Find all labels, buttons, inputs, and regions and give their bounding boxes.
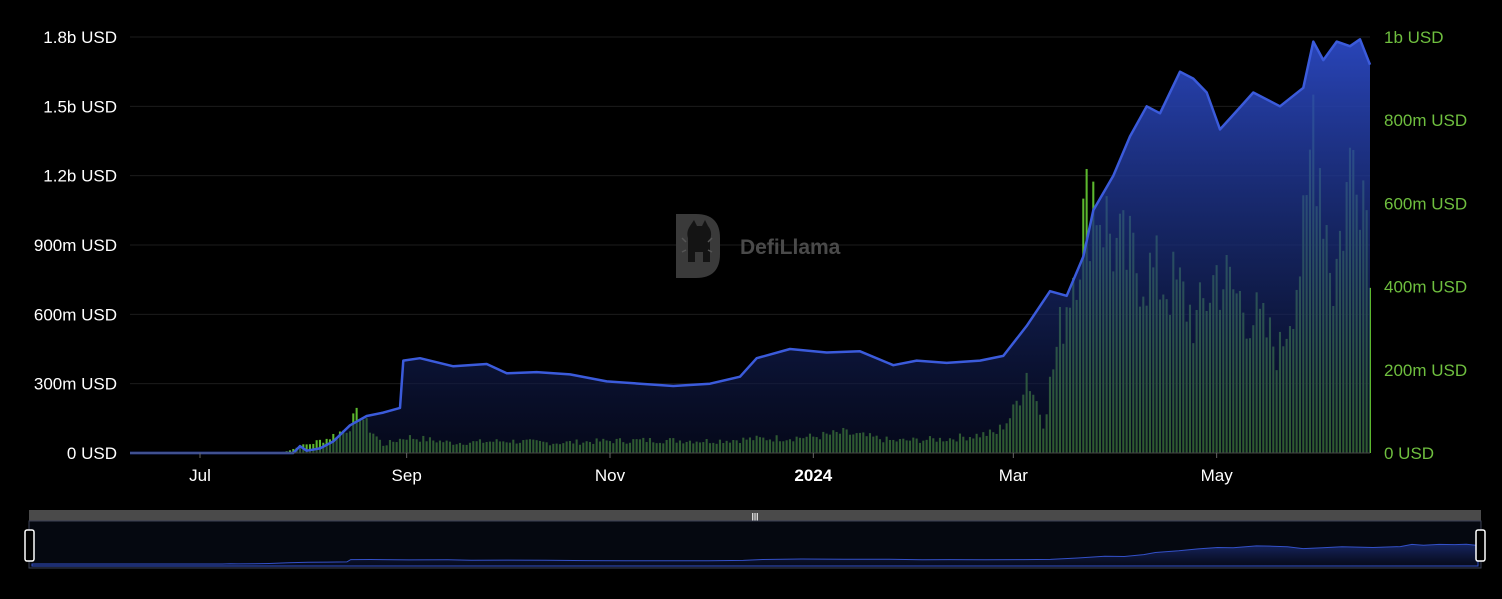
x-axis-tick-label: Jul xyxy=(189,466,211,485)
range-navigator[interactable]: ||| xyxy=(24,510,1486,569)
x-axis-tick-label: 2024 xyxy=(794,466,832,485)
left-axis-tick-label: 1.2b USD xyxy=(43,167,117,186)
navigator-handle-right[interactable] xyxy=(1475,529,1486,562)
x-axis-tick-label: Nov xyxy=(595,466,626,485)
left-axis-tick-label: 900m USD xyxy=(34,236,117,255)
left-axis-tick-label: 1.5b USD xyxy=(43,97,117,116)
chart-canvas[interactable]: 0 USD 300m USD 600m USD 900m USD 1.2b USD 1.5… xyxy=(0,0,1502,594)
right-axis-tick-label: 800m USD xyxy=(1384,111,1467,130)
right-axis-tick-label: 1b USD xyxy=(1384,28,1444,47)
left-y-axis: 0 USD 300m USD 600m USD 900m USD 1.2b USD 1.5… xyxy=(34,28,117,463)
right-axis-tick-label: 0 USD xyxy=(1384,444,1434,463)
navigator-handle-left[interactable] xyxy=(24,529,35,562)
left-axis-tick-label: 1.8b USD xyxy=(43,28,117,47)
right-axis-tick-label: 600m USD xyxy=(1384,194,1467,213)
watermark: DefiLlama xyxy=(676,214,841,278)
left-axis-tick-label: 600m USD xyxy=(34,305,117,324)
navigator-drag-grip[interactable]: ||| xyxy=(752,512,759,521)
llama-logo-icon xyxy=(676,214,720,278)
x-axis-tick-label: May xyxy=(1201,466,1234,485)
left-axis-tick-label: 0 USD xyxy=(67,444,117,463)
right-axis-tick-label: 200m USD xyxy=(1384,361,1467,380)
right-y-axis: 0 USD 200m USD 400m USD 600m USD 800m USD 1b … xyxy=(1384,28,1467,463)
right-axis-tick-label: 400m USD xyxy=(1384,278,1467,297)
x-axis: Jul Sep Nov 2024 Mar May xyxy=(130,452,1370,485)
tvl-volume-chart[interactable]: 0 USD 300m USD 600m USD 900m USD 1.2b USD 1.5… xyxy=(0,0,1502,594)
left-axis-tick-label: 300m USD xyxy=(34,375,117,394)
watermark-text: DefiLlama xyxy=(740,236,841,259)
x-axis-tick-label: Sep xyxy=(392,466,422,485)
x-axis-tick-label: Mar xyxy=(999,466,1029,485)
